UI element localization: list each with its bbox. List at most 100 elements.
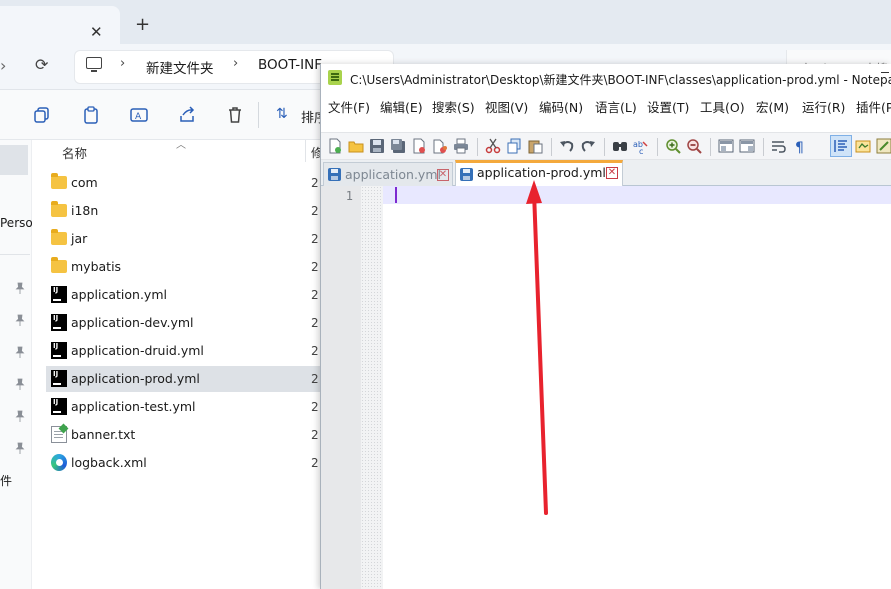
saved-file-icon [460, 168, 473, 181]
open-file-icon[interactable] [348, 138, 364, 154]
file-row[interactable]: logback.xml [46, 450, 321, 476]
refresh-icon[interactable]: ⟳ [35, 55, 48, 74]
delete-icon[interactable] [226, 106, 244, 124]
close-tab-icon[interactable]: ✕ [90, 23, 103, 41]
file-modified-date: 2 [311, 428, 319, 442]
toolbar-divider [763, 138, 764, 156]
paste-icon[interactable] [527, 138, 543, 154]
menu-language[interactable]: 语言(L) [595, 97, 637, 116]
sidebar-item-label[interactable]: Perso [0, 216, 32, 230]
redo-icon[interactable] [580, 138, 596, 154]
file-row[interactable]: com [46, 170, 321, 196]
save-all-icon[interactable] [390, 138, 406, 154]
zoom-out-icon[interactable] [686, 138, 702, 154]
intellij-file-icon [51, 370, 67, 387]
edge-xml-icon [51, 454, 67, 471]
paste-icon[interactable] [82, 106, 100, 124]
sidebar-item-label[interactable]: 件 [0, 472, 32, 489]
share-icon[interactable] [178, 106, 196, 124]
column-header-name[interactable]: 名称 [62, 143, 87, 162]
file-modified-date: 2 [311, 204, 319, 218]
breadcrumb-item[interactable]: 新建文件夹 [146, 57, 214, 77]
folder-icon [51, 201, 67, 217]
minimize-icon[interactable] [881, 72, 889, 73]
close-file-icon[interactable] [411, 138, 427, 154]
indent-guide-icon[interactable] [833, 138, 849, 154]
sort-icon[interactable]: ⇅ [276, 106, 288, 122]
sync-horizontal-icon[interactable] [739, 138, 755, 154]
file-name: mybatis [71, 259, 122, 274]
notepad-title-bar[interactable]: C:\Users\Administrator\Desktop\新建文件夹\BOO… [321, 64, 891, 92]
menu-settings[interactable]: 设置(T) [647, 97, 689, 116]
folder-as-workspace-icon[interactable] [855, 138, 871, 154]
menu-edit[interactable]: 编辑(E) [380, 97, 423, 116]
file-modified-date: 2 [311, 288, 319, 302]
sidebar-item-selected[interactable] [0, 145, 28, 175]
editor-area[interactable]: 1 [321, 186, 891, 589]
rename-icon[interactable]: A [130, 106, 148, 124]
zoom-in-icon[interactable] [665, 138, 681, 154]
sidebar-divider [0, 254, 30, 255]
replace-icon[interactable]: abc [633, 138, 649, 154]
file-name: application-test.yml [71, 399, 196, 414]
file-row[interactable]: application-test.yml [46, 394, 321, 420]
file-row[interactable]: application-druid.yml [46, 338, 321, 364]
close-tab-icon[interactable]: ✕ [606, 167, 618, 179]
close-tab-icon[interactable]: ✕ [437, 169, 449, 181]
copy-icon[interactable] [33, 106, 51, 124]
tab-label: application-prod.yml [477, 165, 606, 180]
file-row[interactable]: application-prod.yml [46, 366, 321, 392]
file-row[interactable]: application-dev.yml [46, 310, 321, 336]
fold-margin[interactable] [361, 186, 383, 589]
copy-icon[interactable] [506, 138, 522, 154]
menu-search[interactable]: 搜索(S) [432, 97, 475, 116]
file-modified-date: 2 [311, 400, 319, 414]
menu-macro[interactable]: 宏(M) [756, 97, 789, 116]
show-all-chars-icon[interactable]: ¶ [792, 138, 808, 154]
intellij-file-icon [51, 398, 67, 415]
menu-file[interactable]: 文件(F) [328, 97, 370, 116]
file-row[interactable]: jar [46, 226, 321, 252]
file-name: jar [71, 231, 88, 246]
column-divider[interactable] [305, 140, 306, 162]
menu-plugins[interactable]: 插件(P) [856, 97, 891, 116]
function-list-icon[interactable] [876, 138, 891, 154]
menu-encoding[interactable]: 编码(N) [539, 97, 583, 116]
this-pc-icon[interactable] [86, 57, 102, 72]
file-row[interactable]: banner.txt [46, 422, 321, 448]
toolbar-divider [551, 138, 552, 156]
tab-application-prod-yml[interactable]: application-prod.yml ✕ [455, 160, 623, 186]
save-icon[interactable] [369, 138, 385, 154]
cut-icon[interactable] [485, 138, 501, 154]
menu-tools[interactable]: 工具(O) [700, 97, 745, 116]
toolbar-divider [604, 138, 605, 156]
file-row[interactable]: i18n [46, 198, 321, 224]
svg-text:¶: ¶ [795, 140, 804, 154]
pin-icon [15, 314, 25, 326]
explorer-tab[interactable]: ✕ [0, 6, 120, 44]
menu-bar: 文件(F) 编辑(E) 搜索(S) 视图(V) 编码(N) 语言(L) 设置(T… [321, 92, 891, 116]
tab-application-yml[interactable]: application.yml ✕ [323, 162, 453, 186]
pin-icon [15, 282, 25, 294]
sync-vertical-icon[interactable] [718, 138, 734, 154]
new-file-icon[interactable] [327, 138, 343, 154]
pin-icon [15, 346, 25, 358]
menu-run[interactable]: 运行(R) [802, 97, 845, 116]
chevron-right-icon[interactable]: › [233, 56, 238, 71]
file-row[interactable]: application.yml [46, 282, 321, 308]
folder-icon [51, 173, 67, 189]
toolbar-divider [258, 102, 259, 128]
window-title: C:\Users\Administrator\Desktop\新建文件夹\BOO… [350, 73, 891, 87]
file-row[interactable]: mybatis [46, 254, 321, 280]
forward-icon[interactable]: › [0, 56, 6, 75]
menu-view[interactable]: 视图(V) [485, 97, 528, 116]
find-icon[interactable] [612, 138, 628, 154]
word-wrap-icon[interactable] [771, 138, 787, 154]
new-tab-button[interactable]: + [135, 14, 150, 35]
notepad-toolbar: ab c ¶ [321, 132, 891, 160]
print-icon[interactable] [453, 138, 469, 154]
chevron-right-icon[interactable]: › [120, 56, 125, 71]
close-all-icon[interactable] [432, 138, 448, 154]
breadcrumb-item[interactable]: BOOT-INF [258, 57, 322, 73]
undo-icon[interactable] [559, 138, 575, 154]
